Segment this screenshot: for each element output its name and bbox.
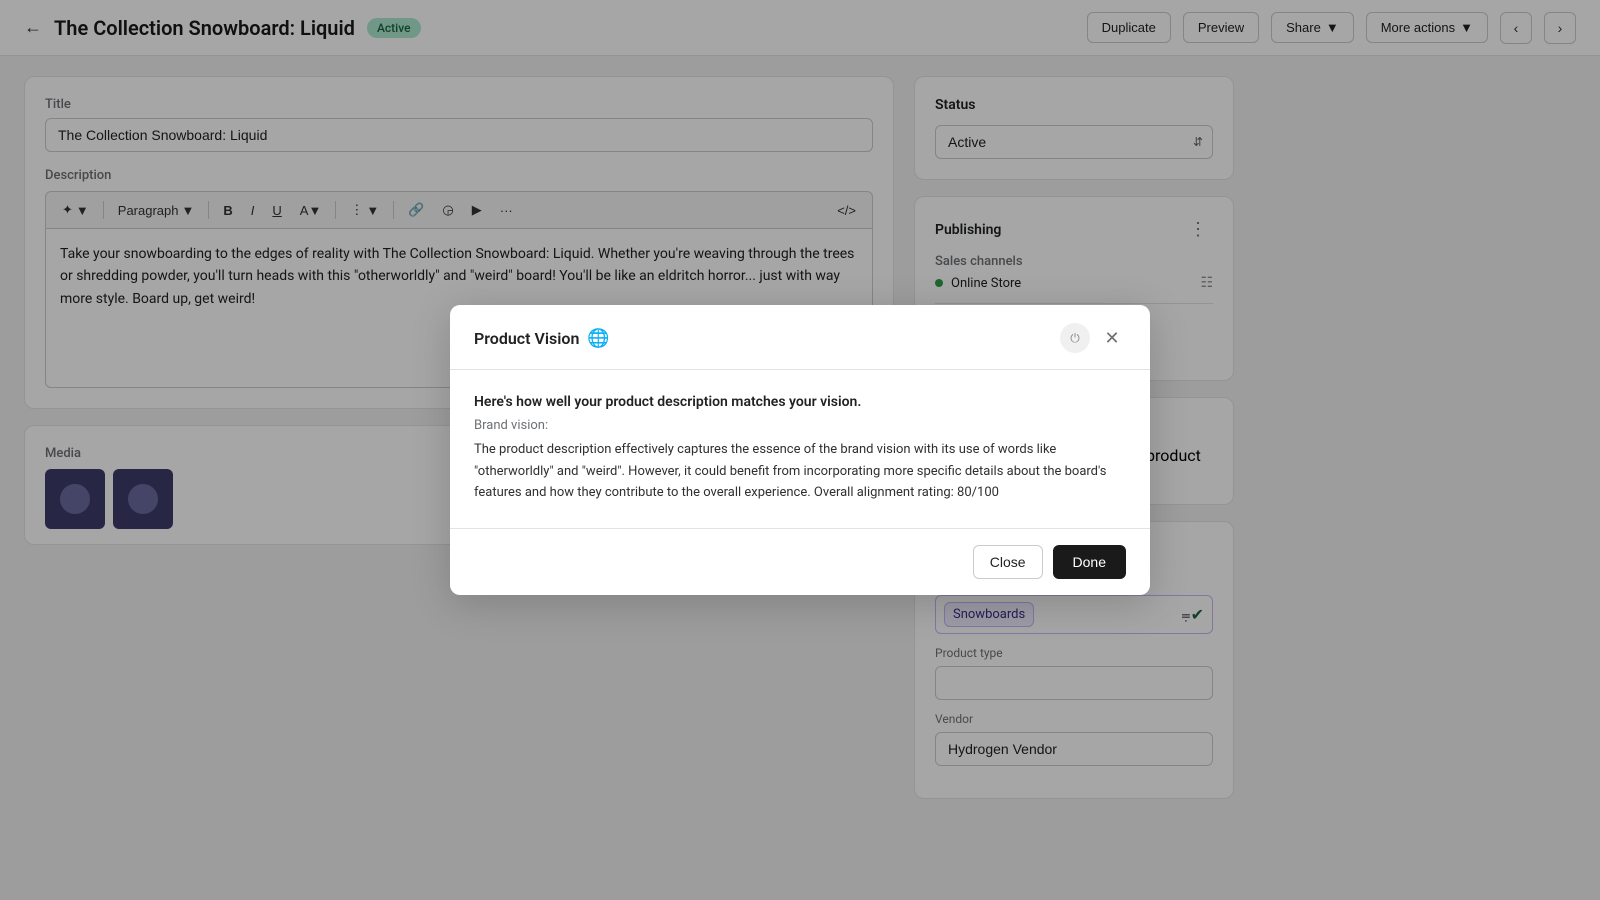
modal-emoji-icon: 🌐 (587, 328, 609, 349)
modal-close-button[interactable]: ✕ (1098, 324, 1126, 352)
toggle-icon: ⏻ (1070, 331, 1080, 346)
modal-headline: Here's how well your product description… (474, 394, 1126, 410)
modal-done-btn[interactable]: Done (1053, 545, 1126, 579)
modal-footer: Close Done (450, 528, 1150, 595)
modal-brand-label: Brand vision: (474, 418, 1126, 433)
modal-title-row: Product Vision 🌐 (474, 328, 610, 349)
modal-body: Here's how well your product description… (450, 370, 1150, 527)
modal-brand-vision-text: The product description effectively capt… (474, 439, 1126, 503)
modal-toggle-btn[interactable]: ⏻ (1060, 323, 1090, 353)
modal-header-actions: ⏻ ✕ (1060, 323, 1126, 353)
product-vision-modal: Product Vision 🌐 ⏻ ✕ Here's how well you… (450, 305, 1150, 594)
close-icon: ✕ (1104, 328, 1119, 349)
modal-overlay[interactable]: Product Vision 🌐 ⏻ ✕ Here's how well you… (0, 0, 1600, 900)
modal-header: Product Vision 🌐 ⏻ ✕ (450, 305, 1150, 370)
modal-close-btn[interactable]: Close (973, 545, 1043, 579)
modal-title: Product Vision (474, 329, 579, 348)
